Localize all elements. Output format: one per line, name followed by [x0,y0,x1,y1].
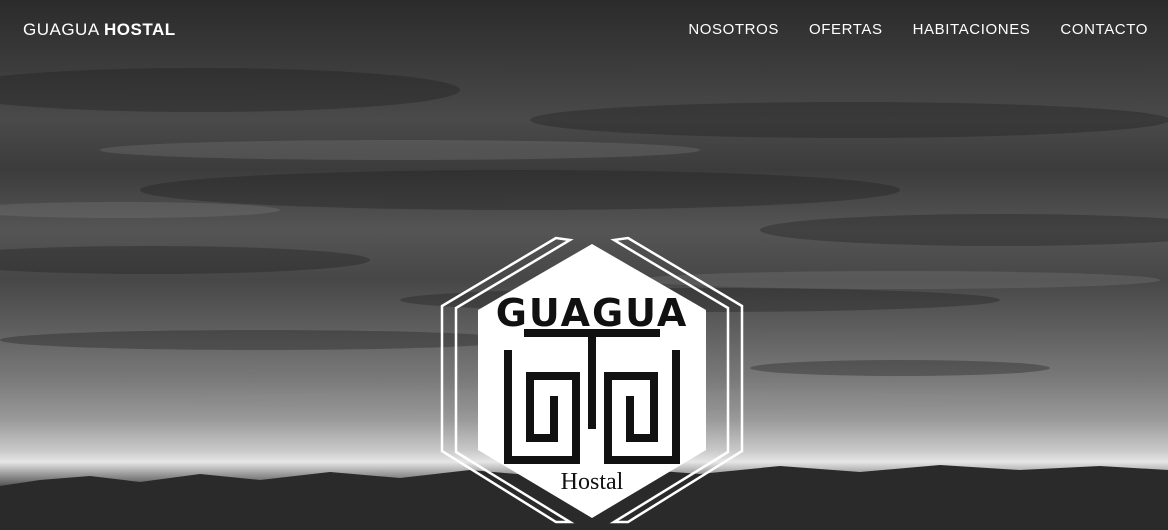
nav-link-habitaciones[interactable]: HABITACIONES [913,21,1031,38]
logo-subtitle: Hostal [561,469,624,495]
hostal-hexagon-logo: GUAGUA Hostal [440,236,744,524]
nav-link-ofertas[interactable]: OFERTAS [809,21,883,38]
nav-link-nosotros[interactable]: NOSOTROS [688,21,779,38]
nav-link-contacto[interactable]: CONTACTO [1060,21,1148,38]
logo-title: GUAGUA [496,291,689,335]
hero-section: GUAGUA HOSTAL NOSOTROS OFERTAS HABITACIO… [0,0,1168,530]
nav-links: NOSOTROS OFERTAS HABITACIONES CONTACTO [688,21,1148,38]
brand-name-light: GUAGUA [23,20,99,39]
brand-logo-text[interactable]: GUAGUA HOSTAL [23,20,176,40]
main-navbar: GUAGUA HOSTAL NOSOTROS OFERTAS HABITACIO… [0,0,1168,62]
brand-name-bold: HOSTAL [103,20,176,39]
